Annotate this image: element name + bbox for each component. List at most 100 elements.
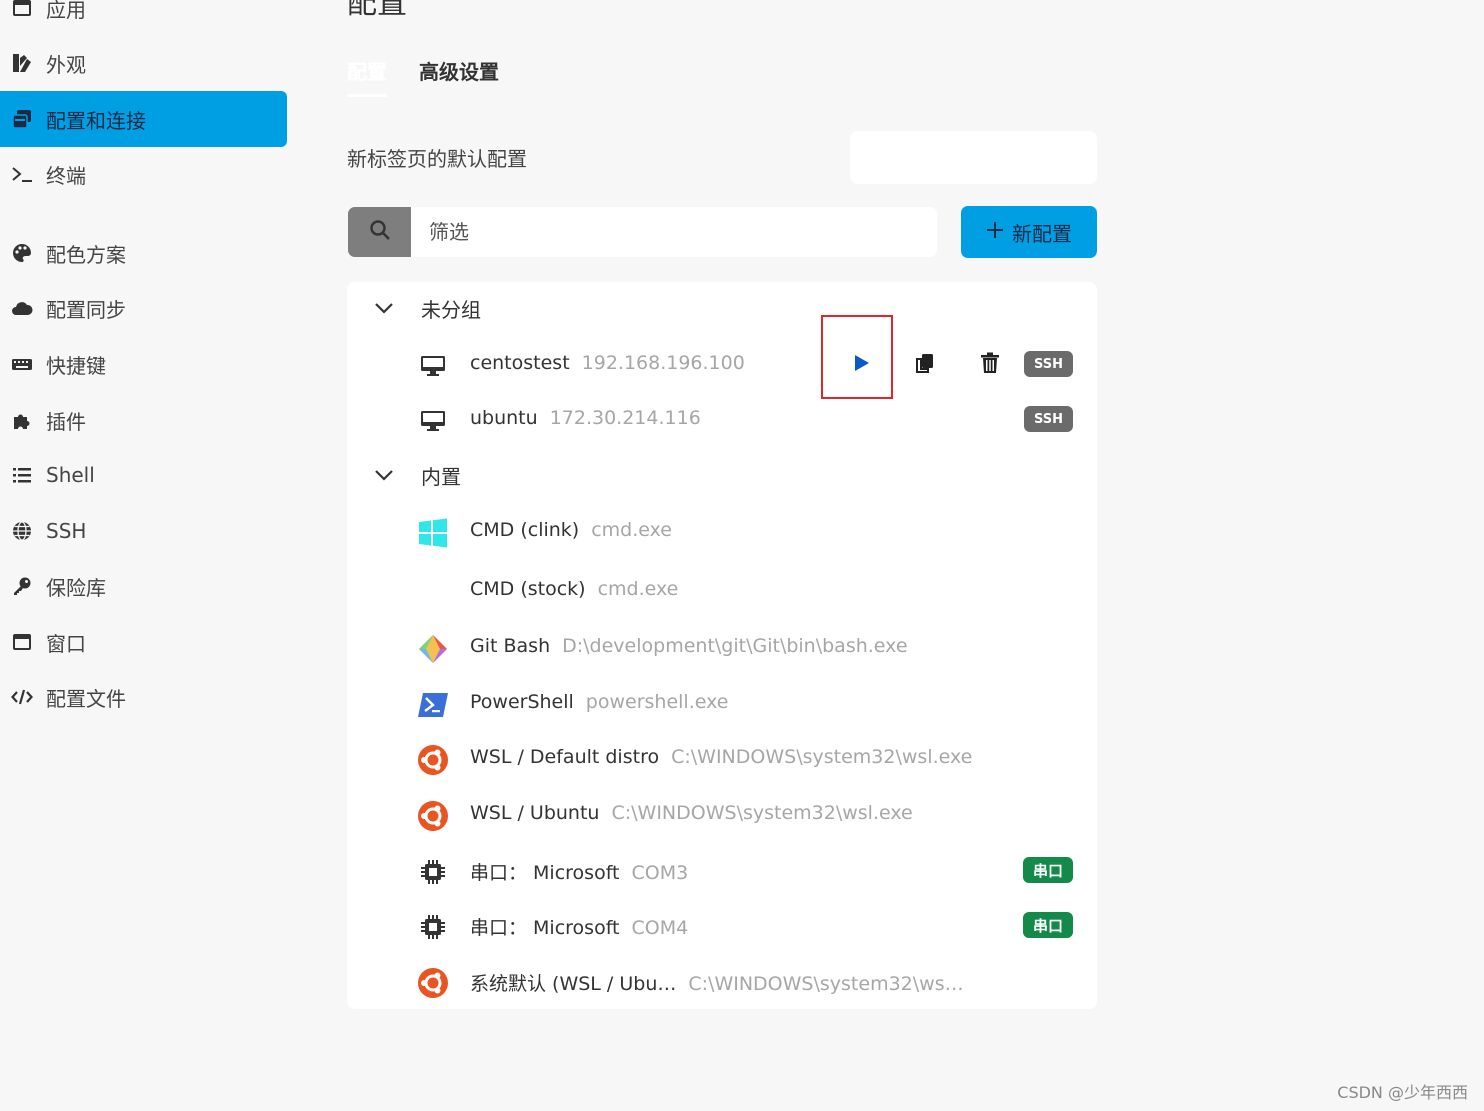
profile-description: cmd.exe: [591, 519, 672, 541]
watermark: CSDN @少年西西: [1337, 1083, 1468, 1102]
ubuntu-icon: [417, 744, 449, 776]
sidebar-item-label: 配置同步: [46, 297, 126, 322]
sidebar-item-vault[interactable]: 保险库: [0, 558, 287, 614]
delete-button[interactable]: [973, 348, 1007, 382]
window-icon: [9, 630, 35, 654]
profile-description: 172.30.214.116: [549, 407, 701, 429]
profile-name: ubuntu: [470, 407, 538, 429]
appearance-icon: [9, 51, 35, 75]
ubuntu-icon: [417, 800, 449, 832]
profile-name: WSL / Ubuntu: [470, 802, 600, 824]
profile-row[interactable]: 串口： Microsoft COM4 串口: [347, 901, 1097, 951]
type-badge: 串口: [1022, 857, 1073, 883]
duplicate-button[interactable]: [908, 348, 942, 382]
sidebar-item-color-scheme[interactable]: 配色方案: [0, 225, 287, 281]
windows-icon: [417, 517, 449, 549]
type-badge: SSH: [1023, 351, 1073, 377]
profile-name: CMD (stock): [470, 578, 586, 600]
sidebar-item-plugins[interactable]: 插件: [0, 392, 287, 448]
new-profile-button[interactable]: 新配置: [961, 206, 1097, 258]
sidebar-item-label: 窗口: [46, 631, 86, 656]
group-title: 未分组: [421, 297, 481, 322]
code-icon: [9, 685, 35, 709]
profile-row[interactable]: WSL / Default distro C:\WINDOWS\system32\…: [347, 734, 1097, 784]
profile-name: PowerShell: [470, 691, 574, 713]
profile-name: 串口： Microsoft: [470, 917, 620, 939]
sidebar-item-config-file[interactable]: 配置文件: [0, 669, 287, 725]
profile-row[interactable]: CMD (stock) cmd.exe: [347, 566, 1097, 616]
type-badge: SSH: [1023, 406, 1073, 432]
type-badge: 串口: [1022, 912, 1073, 938]
sidebar-item-window[interactable]: 窗口: [0, 614, 287, 670]
sidebar-item-label: Shell: [46, 463, 95, 487]
profile-name: WSL / Default distro: [470, 746, 660, 768]
profile-row[interactable]: CMD (clink) cmd.exe: [347, 507, 1097, 557]
git-icon: [417, 633, 449, 665]
run-button[interactable]: [844, 348, 878, 382]
sidebar-item-label: 快捷键: [46, 353, 106, 378]
sidebar-item-label: 保险库: [46, 575, 106, 600]
sidebar-item-shell[interactable]: Shell: [0, 447, 287, 503]
chevron-down-icon: [373, 297, 395, 319]
palette-icon: [9, 241, 35, 265]
profile-row[interactable]: Git Bash D:\development\git\Git\bin\bash.…: [347, 623, 1097, 673]
copy-icon: [914, 352, 936, 378]
sidebar-item-sync[interactable]: 配置同步: [0, 280, 287, 336]
search-icon: [368, 218, 392, 246]
profile-description: C:\WINDOWS\system32\wsl.exe: [611, 802, 913, 824]
chip-icon: [417, 911, 449, 943]
sidebar-item-label: 配置和连接: [46, 108, 146, 133]
page-title: 配置: [347, 0, 407, 21]
profile-row[interactable]: WSL / Ubuntu C:\WINDOWS\system32\wsl.exe: [347, 790, 1097, 840]
profile-name: CMD (clink): [470, 519, 580, 541]
profile-description: powershell.exe: [585, 691, 729, 713]
profile-description: D:\development\git\Git\bin\bash.exe: [562, 635, 908, 657]
sidebar-item-app[interactable]: 应用: [0, 0, 287, 36]
profile-row[interactable]: 系统默认 (WSL / Ubu… C:\WINDOWS\system32\ws…: [347, 957, 1097, 1007]
sidebar-item-label: 配色方案: [46, 242, 126, 267]
puzzle-icon: [9, 408, 35, 432]
profile-list: 未分组 centostest 192.168.196.100 SSH ubuntu…: [347, 282, 1097, 1009]
window-icon: [9, 0, 35, 20]
group-header-ungrouped[interactable]: 未分组: [347, 288, 1097, 328]
profile-description: cmd.exe: [597, 578, 679, 600]
sidebar-item-label: 外观: [46, 52, 86, 77]
profile-description: COM3: [631, 862, 689, 884]
sidebar-item-label: 应用: [46, 0, 86, 22]
sidebar-item-profiles[interactable]: 配置和连接: [0, 91, 287, 147]
group-title: 内置: [421, 464, 461, 489]
group-header-builtin[interactable]: 内置: [347, 455, 1097, 495]
sidebar-item-terminal[interactable]: 终端: [0, 146, 287, 202]
chip-icon: [417, 856, 449, 888]
tab-advanced[interactable]: 高级设置: [419, 56, 499, 85]
plus-icon: [986, 220, 1004, 244]
sidebar-item-ssh[interactable]: SSH: [0, 503, 287, 559]
powershell-icon: [417, 689, 449, 721]
monitor-icon: [417, 405, 449, 437]
sidebar-item-label: SSH: [46, 519, 87, 543]
key-icon: [9, 574, 35, 598]
profile-name: centostest: [470, 352, 570, 374]
profile-row[interactable]: centostest 192.168.196.100 SSH: [347, 315, 1097, 399]
profile-description: C:\WINDOWS\system32\wsl.exe: [671, 746, 973, 768]
sidebar-item-appearance[interactable]: 外观: [0, 35, 287, 91]
list-icon: [9, 463, 35, 487]
tab-profiles[interactable]: 配置: [347, 56, 387, 97]
cloud-icon: [9, 296, 35, 320]
filter-input[interactable]: [411, 207, 937, 257]
profile-row[interactable]: PowerShell powershell.exe: [347, 679, 1097, 729]
profile-name: Git Bash: [470, 635, 551, 657]
default-profile-select[interactable]: [850, 131, 1097, 184]
monitor-icon: [417, 350, 449, 382]
terminal-icon: [9, 162, 35, 186]
profile-description: COM4: [631, 917, 689, 939]
sidebar-item-hotkeys[interactable]: 快捷键: [0, 336, 287, 392]
trash-icon: [980, 352, 1000, 378]
profile-row[interactable]: 串口： Microsoft COM3 串口: [347, 846, 1097, 896]
search-button[interactable]: [348, 207, 411, 257]
profile-row[interactable]: ubuntu 172.30.214.116 SSH: [347, 395, 1097, 445]
profile-description: 192.168.196.100: [581, 352, 745, 374]
profiles-icon: [9, 107, 35, 131]
profile-description: C:\WINDOWS\system32\ws…: [688, 973, 964, 995]
default-profile-label: 新标签页的默认配置: [347, 147, 527, 171]
